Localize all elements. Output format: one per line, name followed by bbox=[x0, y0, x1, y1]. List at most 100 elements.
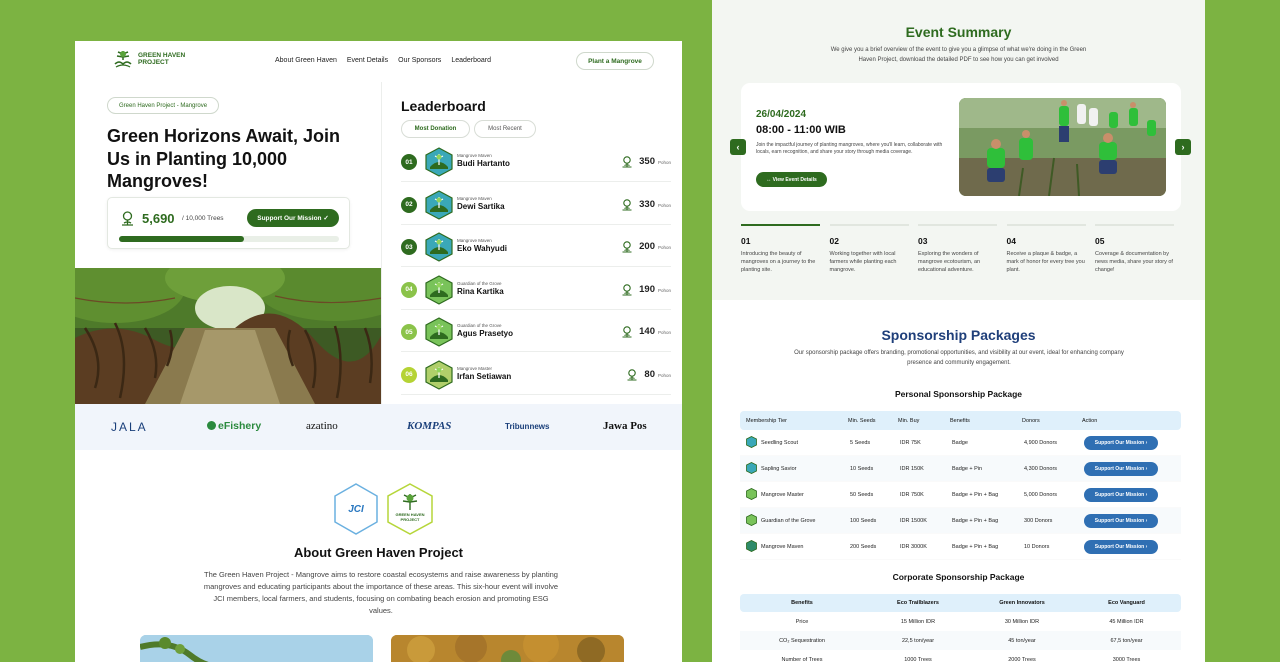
col-min-buy: Min. Buy bbox=[898, 417, 920, 424]
tree-count-value: 80 bbox=[644, 368, 655, 380]
carousel-next-button[interactable]: › bbox=[1175, 139, 1191, 155]
tier-badge-icon bbox=[746, 487, 757, 502]
nav-link-about[interactable]: About Green Haven bbox=[275, 57, 337, 64]
sponsor-logo-kompas: KOMPAS bbox=[407, 420, 452, 432]
step-indicator-line bbox=[829, 224, 909, 226]
support-mission-button[interactable]: Support Our Mission › bbox=[1084, 461, 1158, 476]
plant-mangrove-button[interactable]: Plant a Mangrove bbox=[576, 52, 654, 70]
participant-name: Rina Kartika bbox=[457, 286, 504, 296]
tier-label: Guardian of the Grove bbox=[457, 323, 502, 328]
tier-badge-icon bbox=[425, 189, 453, 225]
view-event-details-button[interactable]: ↔ View Event Details bbox=[756, 172, 827, 187]
support-mission-button[interactable]: Support Our Mission › bbox=[1084, 435, 1158, 450]
event-summary-title: Event Summary bbox=[905, 24, 1012, 40]
tier-name: Seedling Scout bbox=[761, 439, 798, 446]
tab-most-donation[interactable]: Most Donation bbox=[401, 120, 470, 138]
personal-package-table: Membership Tier Min. Seeds Min. Buy Bene… bbox=[740, 411, 1181, 560]
progress-bar bbox=[119, 236, 339, 242]
event-time: 08:00 - 11:00 WIB bbox=[756, 124, 846, 136]
tier-label: Mangrove Maven bbox=[457, 238, 492, 243]
rank-badge: 06 bbox=[401, 366, 417, 383]
chevron-left-icon: ‹ bbox=[736, 142, 740, 152]
col-eco-trailblazers: Eco Trailblazers bbox=[897, 600, 939, 606]
sponsor-logo-tribunnews: Tribunnews bbox=[505, 422, 550, 431]
step-indicator-line bbox=[1006, 224, 1086, 226]
about-logos: JCI GREEN HAVEN PROJECT bbox=[332, 482, 436, 543]
tree-unit: Pohon bbox=[657, 372, 671, 378]
tree-count: 80 Pohon bbox=[627, 368, 671, 381]
rank-badge: 02 bbox=[401, 196, 417, 213]
donors: 5,000 Donors bbox=[1024, 491, 1058, 498]
tab-most-recent[interactable]: Most Recent bbox=[474, 120, 536, 138]
rank-badge: 03 bbox=[401, 239, 417, 255]
support-mission-button[interactable]: Support Our Mission › bbox=[1084, 487, 1158, 502]
rank-badge: 01 bbox=[401, 154, 417, 170]
green-haven-badge-text: GREEN HAVEN PROJECT bbox=[388, 512, 432, 522]
min-buy: IDR 150K bbox=[900, 465, 924, 472]
corporate-cell: 45 ton/year bbox=[1008, 637, 1036, 644]
nav-link-event[interactable]: Event Details bbox=[347, 57, 388, 64]
tree-count-value: 140 bbox=[639, 326, 655, 337]
jci-logo-text: JCI bbox=[348, 504, 364, 515]
nav-link-sponsors[interactable]: Our Sponsors bbox=[398, 57, 441, 64]
donors: 4,900 Donors bbox=[1024, 439, 1058, 446]
brand-logo[interactable]: GREEN HAVEN PROJECT bbox=[113, 50, 185, 68]
donors: 300 Donors bbox=[1024, 517, 1053, 524]
tree-count: 350 Pohon bbox=[622, 156, 671, 168]
min-seeds: 50 Seeds bbox=[850, 491, 874, 498]
trees-target: / 10,000 Trees bbox=[182, 215, 224, 222]
step-indicator-line bbox=[1095, 224, 1174, 226]
event-step: 03 Exploring the wonders of mangrove ecot… bbox=[918, 224, 997, 274]
col-eco-vanguard: Eco Vanguard bbox=[1108, 600, 1145, 606]
corporate-cell: 22,5 ton/year bbox=[901, 637, 935, 644]
step-text: Exploring the wonders of mangrove ecotou… bbox=[918, 251, 981, 273]
sponsor-logo-jawapos: Jawa Pos bbox=[603, 420, 647, 432]
corporate-cell: Price bbox=[795, 618, 809, 625]
col-benefits: Benefits bbox=[791, 600, 813, 606]
min-buy: IDR 1500K bbox=[900, 517, 927, 524]
participant-name: Irfan Setiawan bbox=[457, 371, 512, 381]
personal-table-row: Mangrove Maven 200 Seeds IDR 3000K Badge + … bbox=[740, 534, 1181, 560]
corporate-cell: 1000 Trees bbox=[904, 656, 932, 662]
step-text: Introducing the beauty of mangroves on a… bbox=[741, 251, 816, 273]
sponsorship-title: Sponsorship Packages bbox=[881, 327, 1036, 343]
support-mission-button[interactable]: Support Our Mission › bbox=[1084, 539, 1158, 554]
tree-icon bbox=[620, 240, 634, 259]
personal-table-row: Mangrove Master 50 Seeds IDR 750K Badge + P… bbox=[740, 482, 1181, 508]
carousel-prev-button[interactable]: ‹ bbox=[730, 139, 746, 155]
tree-icon bbox=[620, 198, 634, 217]
tier-badge-icon bbox=[425, 232, 453, 267]
benefits: Badge + Pin + Bag bbox=[952, 517, 999, 524]
event-step: 01 Introducing the beauty of mangroves on… bbox=[741, 224, 820, 274]
corporate-table-row: Number of Trees 1000 Trees 2000 Trees 3000 … bbox=[740, 650, 1181, 662]
min-buy: IDR 75K bbox=[900, 439, 921, 446]
step-indicator-line bbox=[741, 224, 820, 226]
leaderboard-row: 02 Mangrove Maven Dewi Sartika 330 Pohon bbox=[401, 185, 671, 225]
benefits: Badge + Pin bbox=[952, 465, 983, 472]
tier-badge-icon bbox=[746, 435, 757, 450]
step-text: Receive a plaque & badge, a mark of hono… bbox=[1006, 251, 1085, 273]
tree-count: 330 Pohon bbox=[622, 199, 671, 211]
corporate-cell: 3000 Trees bbox=[1112, 656, 1141, 662]
leaderboard-row: 04 Guardian of the Grove Rina Kartika 190 Po… bbox=[401, 270, 671, 310]
tier-badge-icon bbox=[425, 274, 453, 310]
nav-link-leaderboard[interactable]: Leaderboard bbox=[451, 57, 491, 64]
leaderboard-title: Leaderboard bbox=[401, 98, 486, 114]
donors: 10 Donors bbox=[1024, 543, 1050, 550]
step-text: Coverage & documentation by news media, … bbox=[1095, 251, 1173, 273]
personal-table-row: Guardian of the Grove 100 Seeds IDR 1500K B… bbox=[740, 508, 1181, 534]
tier-badge-icon bbox=[425, 147, 453, 182]
mangrove-forest-photo bbox=[391, 635, 624, 662]
tree-unit: Pohon bbox=[657, 287, 671, 293]
navbar: GREEN HAVEN PROJECT About Green Haven Eve… bbox=[75, 41, 682, 82]
col-benefits: Benefits bbox=[950, 417, 970, 424]
tree-count: 190 Pohon bbox=[622, 284, 671, 296]
benefits: Badge bbox=[952, 439, 968, 446]
event-description: Join the impactful journey of planting m… bbox=[756, 142, 943, 155]
min-seeds: 200 Seeds bbox=[850, 543, 877, 550]
support-mission-button[interactable]: Support Our Mission › bbox=[1084, 513, 1158, 528]
support-mission-button[interactable]: Support Our Mission ✓ bbox=[247, 209, 339, 227]
corporate-package-title: Corporate Sponsorship Package bbox=[892, 572, 1025, 582]
event-summary-section: Event Summary We give you a brief overvi… bbox=[712, 0, 1205, 300]
rank-badge: 05 bbox=[401, 324, 417, 340]
